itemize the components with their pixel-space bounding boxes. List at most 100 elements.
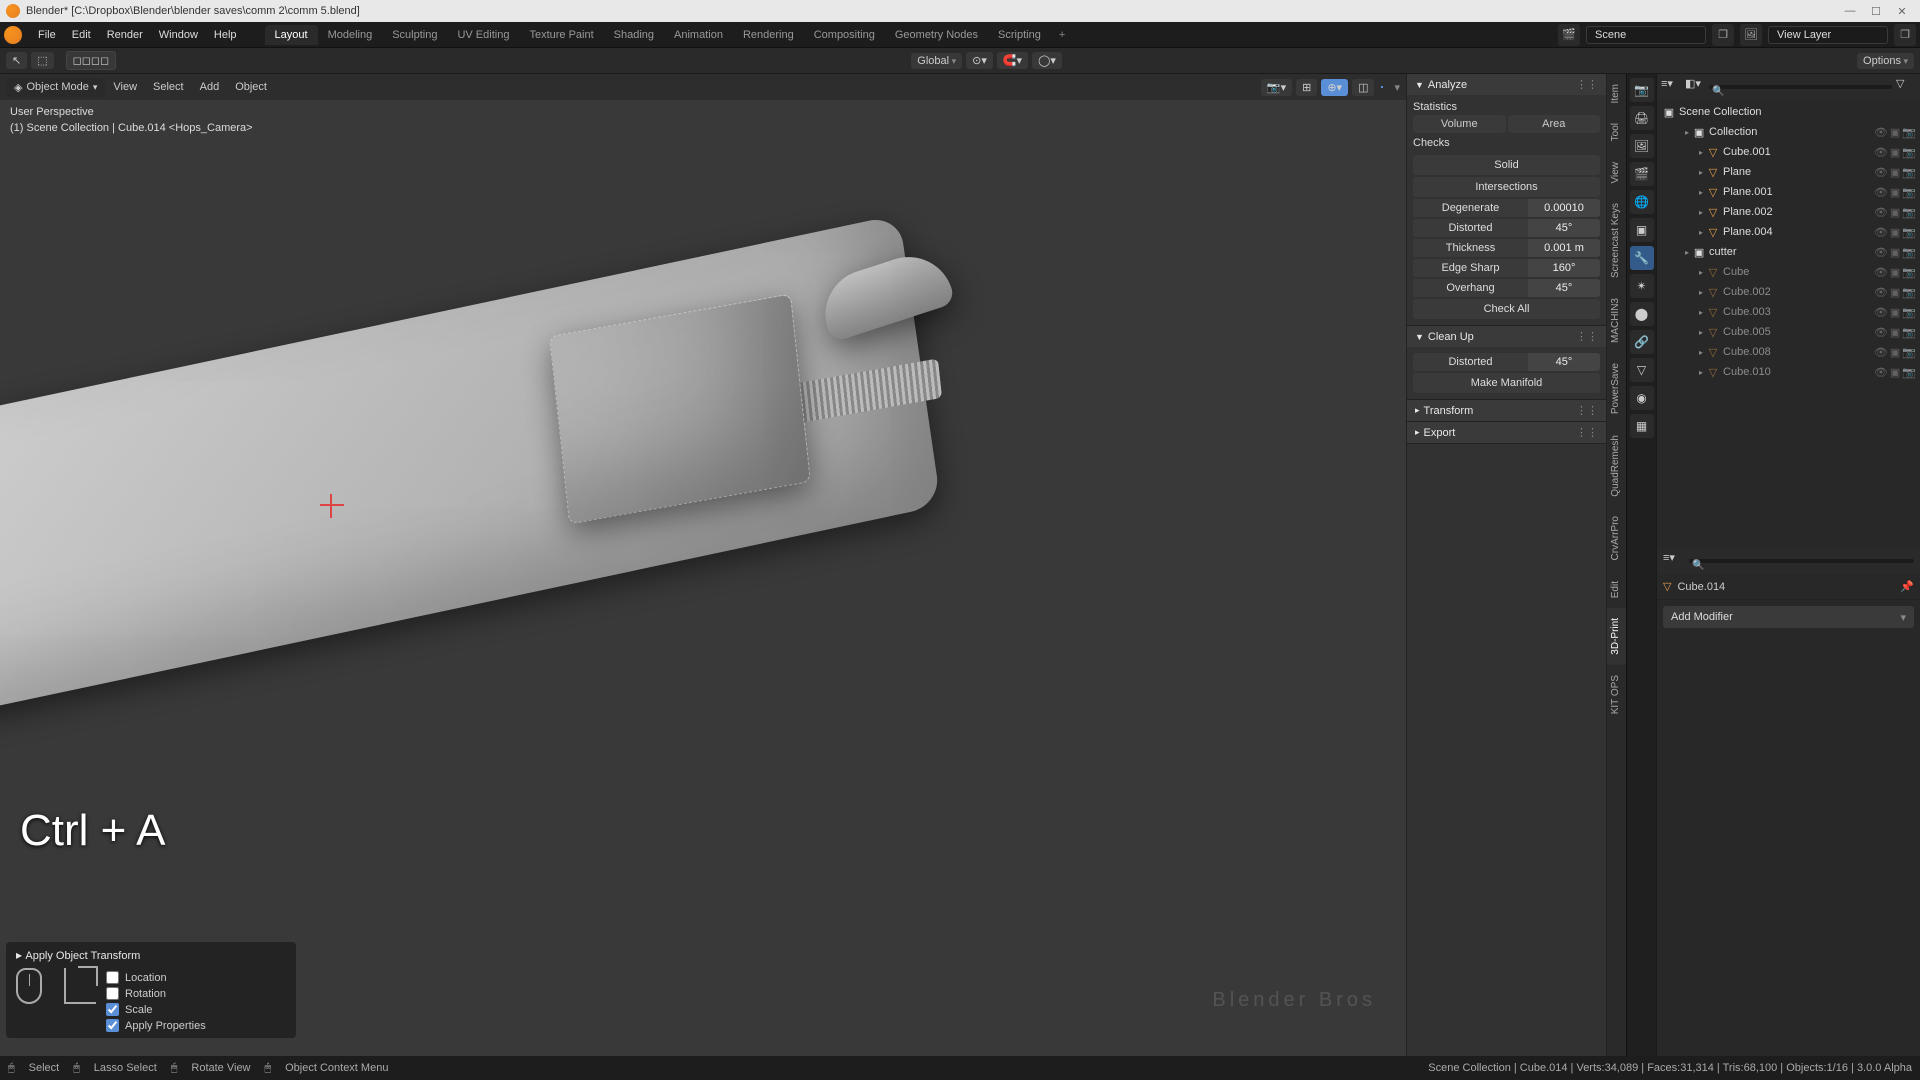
scene-name-field[interactable]: Scene <box>1586 26 1706 44</box>
render-icon[interactable]: 📷 <box>1902 126 1916 139</box>
selectable-icon[interactable]: ▣ <box>1890 246 1900 259</box>
outliner-root[interactable]: ▣ Scene Collection <box>1657 102 1920 122</box>
prop-tab-object-icon[interactable]: ▣ <box>1630 218 1654 242</box>
np-edgesharp-value[interactable]: 160° <box>1528 259 1600 277</box>
viewlayer-browse-icon[interactable]: 🖼 <box>1740 24 1762 46</box>
eye-icon[interactable]: 👁 <box>1874 366 1888 379</box>
vtab-kitops[interactable]: KIT OPS <box>1607 665 1626 724</box>
menu-help[interactable]: Help <box>206 23 245 47</box>
window-minimize-button[interactable]: — <box>1838 3 1862 19</box>
np-solid-button[interactable]: Solid <box>1413 155 1600 175</box>
prop-tab-data-icon[interactable]: ▽ <box>1630 358 1654 382</box>
outliner-item[interactable]: ▸▽Plane.001👁▣📷 <box>1657 182 1920 202</box>
mode-dropdown[interactable]: ◈ Object Mode ▾ <box>6 78 105 97</box>
render-icon[interactable]: 📷 <box>1902 326 1916 339</box>
tab-shading[interactable]: Shading <box>604 25 664 45</box>
outliner-item[interactable]: ▸▽Plane.004👁▣📷 <box>1657 222 1920 242</box>
np-overhang-button[interactable]: Overhang <box>1413 279 1528 297</box>
outliner-item[interactable]: ▸▽Plane.002👁▣📷 <box>1657 202 1920 222</box>
eye-icon[interactable]: 👁 <box>1874 326 1888 339</box>
vtab-view[interactable]: View <box>1607 152 1626 194</box>
selectable-icon[interactable]: ▣ <box>1890 226 1900 239</box>
outliner-item[interactable]: ▸▽Cube.008👁▣📷 <box>1657 342 1920 362</box>
vtab-item[interactable]: Item <box>1607 74 1626 113</box>
tab-rendering[interactable]: Rendering <box>733 25 804 45</box>
tab-sculpting[interactable]: Sculpting <box>382 25 447 45</box>
eye-icon[interactable]: 👁 <box>1874 186 1888 199</box>
gizmo-toggle-icon[interactable]: ⊕▾ <box>1321 79 1348 96</box>
eye-icon[interactable]: 👁 <box>1874 266 1888 279</box>
render-icon[interactable]: 📷 <box>1902 306 1916 319</box>
prop-tab-scene-icon[interactable]: 🎬 <box>1630 162 1654 186</box>
np-degenerate-button[interactable]: Degenerate <box>1413 199 1528 217</box>
eye-icon[interactable]: 👁 <box>1874 206 1888 219</box>
orientation-dropdown[interactable]: Global <box>911 53 962 69</box>
render-icon[interactable]: 📷 <box>1902 246 1916 259</box>
properties-editor-icon[interactable]: ≡▾ <box>1663 551 1683 571</box>
tab-compositing[interactable]: Compositing <box>804 25 885 45</box>
lastop-location-checkbox[interactable] <box>106 971 119 984</box>
viewlayer-field[interactable]: View Layer <box>1768 26 1888 44</box>
np-analyze-header[interactable]: ▼Analyze⋮⋮ <box>1407 74 1606 95</box>
outliner-item[interactable]: ▸▽Plane👁▣📷 <box>1657 162 1920 182</box>
eye-icon[interactable]: 👁 <box>1874 286 1888 299</box>
prop-tab-modifier-icon[interactable]: 🔧 <box>1630 246 1654 270</box>
render-icon[interactable]: 📷 <box>1902 166 1916 179</box>
outliner-editor-icon[interactable]: ≡▾ <box>1661 77 1681 97</box>
outliner-tree[interactable]: ▣ Scene Collection ▸▣Collection👁▣📷▸▽Cube… <box>1657 100 1920 548</box>
outliner-item[interactable]: ▸▽Cube👁▣📷 <box>1657 262 1920 282</box>
scene-new-icon[interactable]: ❐ <box>1712 24 1734 46</box>
tab-add-button[interactable]: + <box>1051 25 1073 45</box>
render-icon[interactable]: 📷 <box>1902 206 1916 219</box>
vtab-quadremesh[interactable]: QuadRemesh <box>1607 425 1626 507</box>
pin-icon[interactable]: 📌 <box>1900 580 1914 593</box>
gizmo-toggle[interactable]: ◻◻◻◻ <box>66 51 117 70</box>
vtab-tool[interactable]: Tool <box>1607 113 1626 151</box>
lastop-applyprops-checkbox[interactable] <box>106 1019 119 1032</box>
vtab-crvarrpro[interactable]: CrvArrPro <box>1607 506 1626 570</box>
vtab-3dprint[interactable]: 3D-Print <box>1607 608 1626 665</box>
prop-tab-material-icon[interactable]: ◉ <box>1630 386 1654 410</box>
shading-options-dropdown[interactable]: ▾ <box>1394 81 1400 94</box>
np-makemanifold-button[interactable]: Make Manifold <box>1413 373 1600 393</box>
menu-file[interactable]: File <box>30 23 64 47</box>
prop-tab-render-icon[interactable]: 📷 <box>1630 78 1654 102</box>
np-area-button[interactable]: Area <box>1508 115 1601 133</box>
prop-tab-viewlayer-icon[interactable]: 🖼 <box>1630 134 1654 158</box>
selectable-icon[interactable]: ▣ <box>1890 166 1900 179</box>
xray-toggle-icon[interactable]: ◫ <box>1352 79 1374 96</box>
menu-render[interactable]: Render <box>99 23 151 47</box>
selectable-icon[interactable]: ▣ <box>1890 206 1900 219</box>
prop-tab-particles-icon[interactable]: ✴ <box>1630 274 1654 298</box>
np-clean-distorted-value[interactable]: 45° <box>1528 353 1600 371</box>
np-intersections-button[interactable]: Intersections <box>1413 177 1600 197</box>
viewlayer-new-icon[interactable]: ❐ <box>1894 24 1916 46</box>
render-icon[interactable]: 📷 <box>1902 266 1916 279</box>
viewport-menu-object[interactable]: Object <box>227 81 275 93</box>
eye-icon[interactable]: 👁 <box>1874 226 1888 239</box>
np-thickness-value[interactable]: 0.001 m <box>1528 239 1600 257</box>
render-icon[interactable]: 📷 <box>1902 366 1916 379</box>
render-icon[interactable]: 📷 <box>1902 286 1916 299</box>
viewport-3d[interactable]: ◈ Object Mode ▾ View Select Add Object 📷… <box>0 74 1406 1056</box>
np-distorted-button[interactable]: Distorted <box>1413 219 1528 237</box>
outliner-item[interactable]: ▸▽Cube.003👁▣📷 <box>1657 302 1920 322</box>
viewport-menu-select[interactable]: Select <box>145 81 192 93</box>
np-clean-distorted-button[interactable]: Distorted <box>1413 353 1528 371</box>
window-close-button[interactable]: ✕ <box>1890 3 1914 19</box>
menu-window[interactable]: Window <box>151 23 206 47</box>
selectable-icon[interactable]: ▣ <box>1890 346 1900 359</box>
camera-view-icon[interactable]: 📷▾ <box>1261 79 1292 96</box>
tab-texturepaint[interactable]: Texture Paint <box>519 25 603 45</box>
prop-tab-physics-icon[interactable]: ⬤ <box>1630 302 1654 326</box>
viewport-menu-add[interactable]: Add <box>192 81 228 93</box>
outliner-item[interactable]: ▸▽Cube.001👁▣📷 <box>1657 142 1920 162</box>
tab-uvediting[interactable]: UV Editing <box>447 25 519 45</box>
selectable-icon[interactable]: ▣ <box>1890 366 1900 379</box>
add-modifier-dropdown[interactable]: Add Modifier ▾ <box>1663 606 1914 628</box>
tool-cursor-icon[interactable]: ↖ <box>6 52 27 69</box>
outliner-display-icon[interactable]: ◧▾ <box>1685 77 1705 97</box>
selectable-icon[interactable]: ▣ <box>1890 186 1900 199</box>
np-overhang-value[interactable]: 45° <box>1528 279 1600 297</box>
tab-modeling[interactable]: Modeling <box>318 25 383 45</box>
